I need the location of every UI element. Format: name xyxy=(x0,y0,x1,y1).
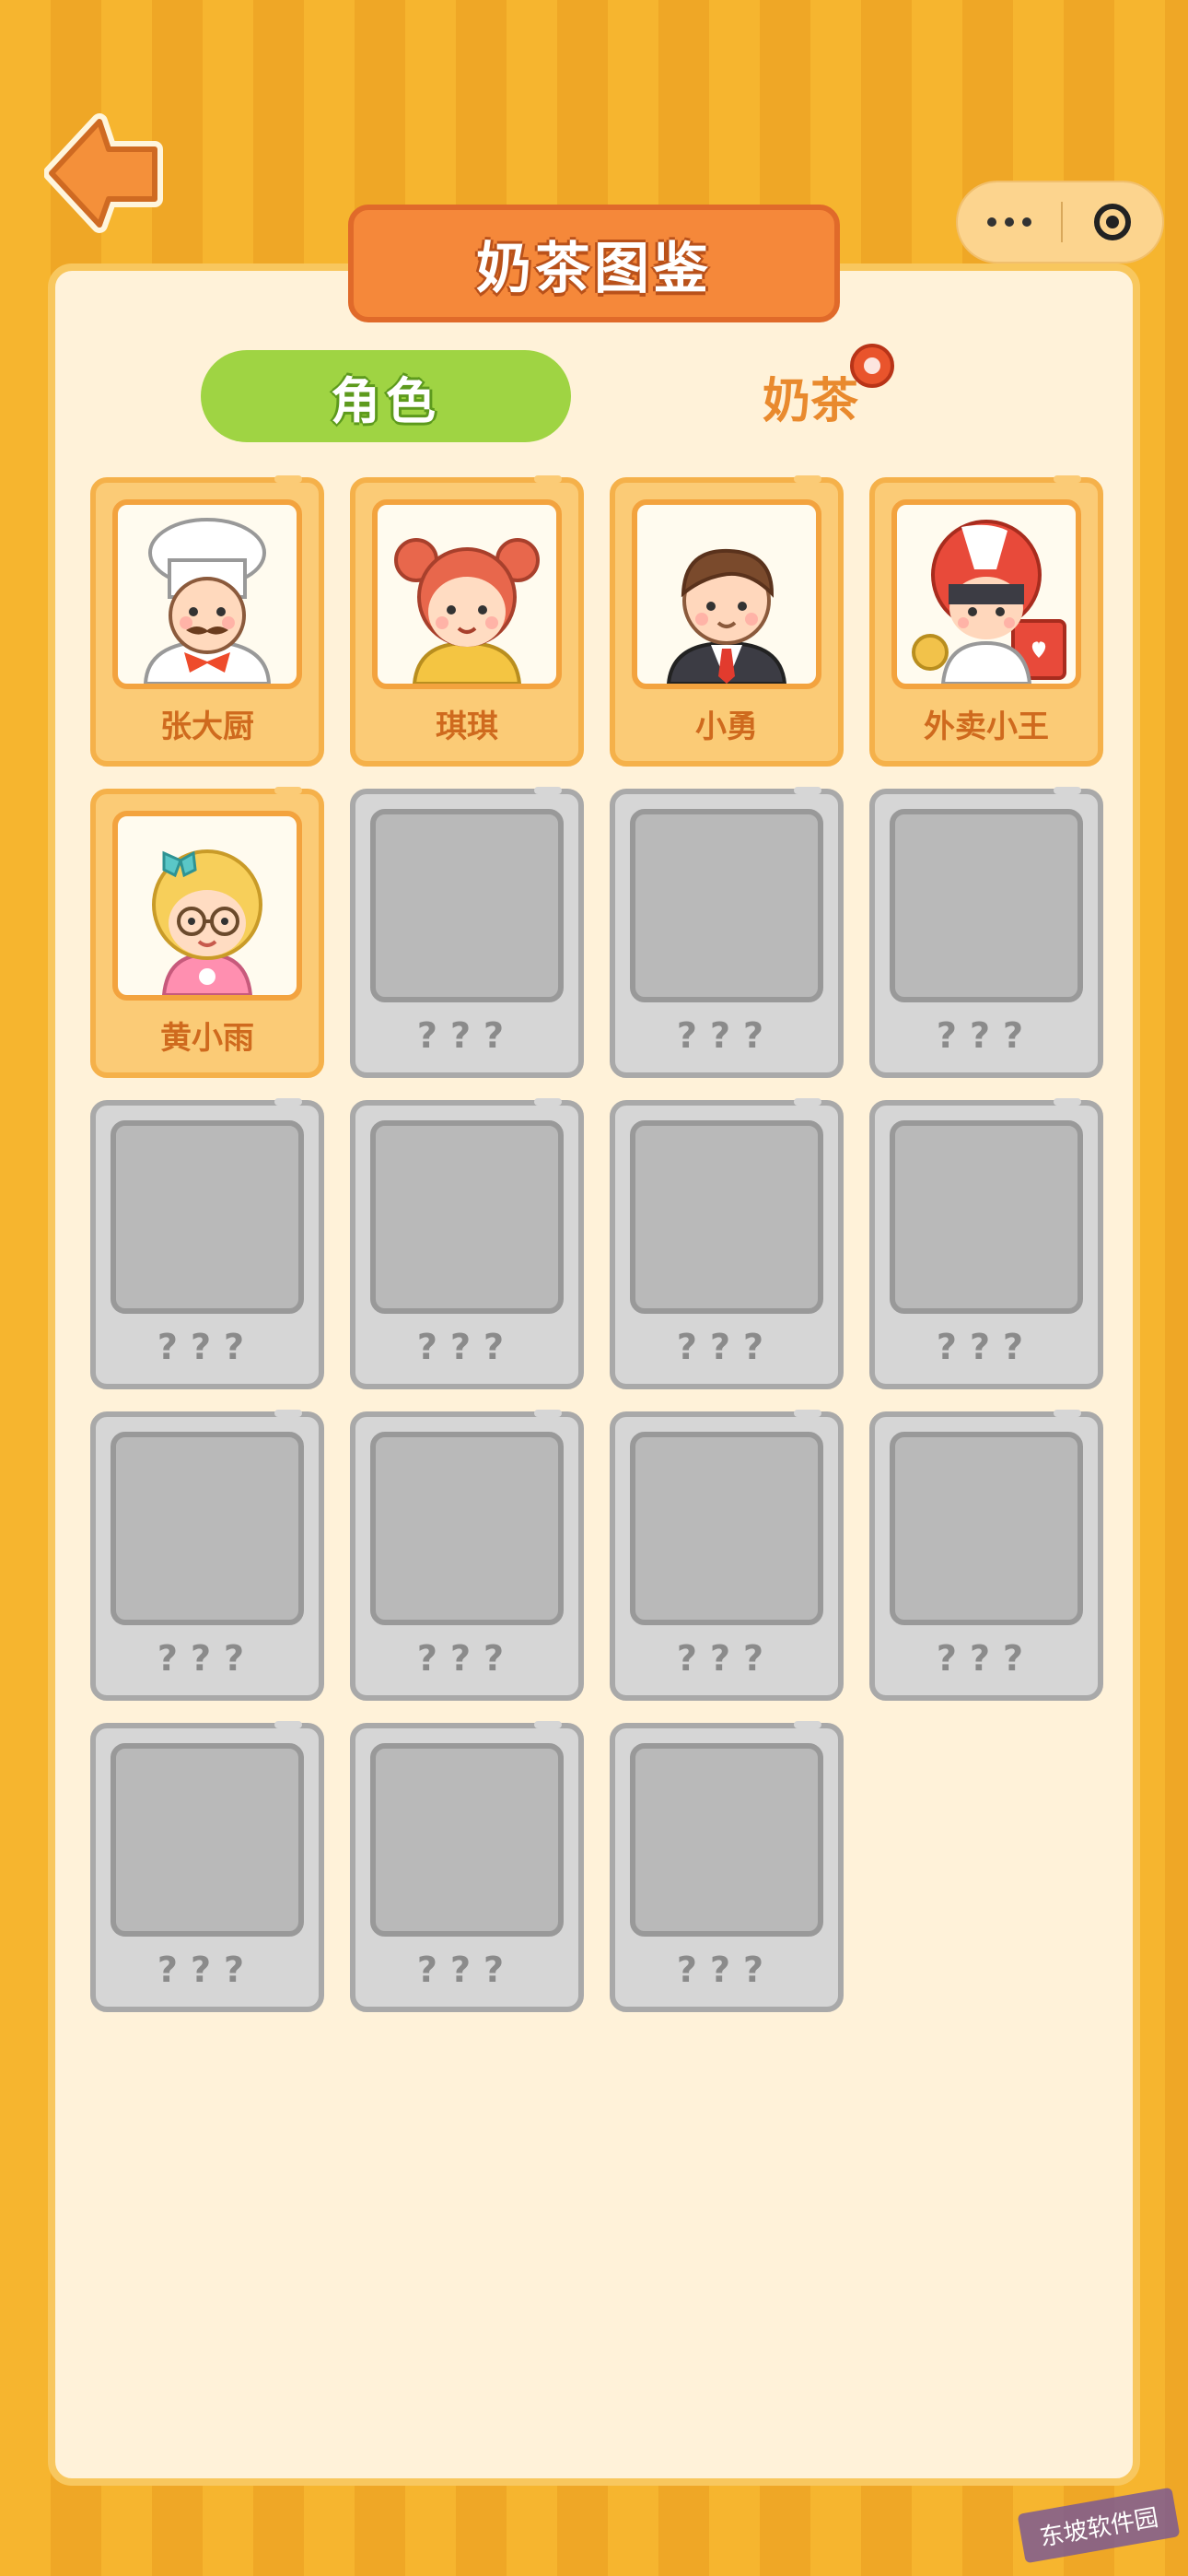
locked-name: ??? xyxy=(936,1638,1037,1679)
character-card[interactable]: 张大厨 xyxy=(90,475,324,767)
locked-slot xyxy=(630,1743,823,1937)
locked-slot xyxy=(370,1743,564,1937)
locked-slot xyxy=(890,1120,1083,1314)
locked-character-card[interactable]: ??? xyxy=(350,1410,584,1701)
locked-slot xyxy=(111,1743,304,1937)
locked-name: ??? xyxy=(676,1638,777,1679)
locked-name: ??? xyxy=(676,1015,777,1056)
tab-roles[interactable]: 角色 xyxy=(201,350,571,442)
character-card[interactable]: 琪琪 xyxy=(350,475,584,767)
locked-character-card[interactable]: ??? xyxy=(90,1410,324,1701)
locked-name: ??? xyxy=(416,1327,518,1367)
back-button[interactable] xyxy=(43,112,164,238)
locked-character-card[interactable]: ??? xyxy=(869,787,1103,1078)
locked-slot xyxy=(890,1432,1083,1625)
locked-slot xyxy=(370,809,564,1002)
chef-icon xyxy=(112,499,302,689)
character-name: 张大厨 xyxy=(160,708,254,745)
locked-name: ??? xyxy=(936,1015,1037,1056)
locked-slot xyxy=(890,809,1083,1002)
page-title: 奶茶图鉴 xyxy=(348,205,840,322)
locked-character-card[interactable]: ??? xyxy=(610,1410,844,1701)
locked-name: ??? xyxy=(936,1327,1037,1367)
locked-name: ??? xyxy=(416,1950,518,1990)
locked-character-card[interactable]: ??? xyxy=(90,1098,324,1389)
businessman-icon xyxy=(632,499,821,689)
blonde-girl-icon xyxy=(112,811,302,1001)
character-name: 黄小雨 xyxy=(160,1020,254,1057)
locked-character-card[interactable]: ??? xyxy=(610,1721,844,2012)
locked-name: ??? xyxy=(157,1638,258,1679)
locked-name: ??? xyxy=(676,1950,777,1990)
locked-name: ??? xyxy=(157,1327,258,1367)
character-name: 小勇 xyxy=(695,708,758,745)
locked-slot xyxy=(370,1120,564,1314)
character-name: 外卖小王 xyxy=(924,708,1049,745)
target-icon xyxy=(1094,204,1131,240)
locked-name: ??? xyxy=(416,1638,518,1679)
locked-character-card[interactable]: ??? xyxy=(610,1098,844,1389)
locked-slot xyxy=(111,1120,304,1314)
locked-character-card[interactable]: ??? xyxy=(350,787,584,1078)
locked-name: ??? xyxy=(416,1015,518,1056)
locked-slot xyxy=(630,1120,823,1314)
close-miniprogram-button[interactable] xyxy=(1063,182,1162,262)
character-card[interactable]: 黄小雨 xyxy=(90,787,324,1078)
red-dot-icon xyxy=(850,344,894,388)
locked-character-card[interactable]: ??? xyxy=(350,1098,584,1389)
locked-character-card[interactable]: ??? xyxy=(350,1721,584,2012)
back-arrow-icon xyxy=(43,113,163,233)
girl-icon xyxy=(372,499,562,689)
locked-name: ??? xyxy=(157,1950,258,1990)
locked-slot xyxy=(630,1432,823,1625)
locked-slot xyxy=(630,809,823,1002)
locked-character-card[interactable]: ??? xyxy=(869,1098,1103,1389)
more-dots-icon[interactable] xyxy=(958,182,1061,262)
miniprogram-capsule xyxy=(956,181,1164,263)
locked-slot xyxy=(370,1432,564,1625)
locked-character-card[interactable]: ??? xyxy=(869,1410,1103,1701)
character-name: 琪琪 xyxy=(436,708,498,745)
locked-character-card[interactable]: ??? xyxy=(610,787,844,1078)
delivery-rider-icon xyxy=(891,499,1081,689)
character-card[interactable]: 外卖小王 xyxy=(869,475,1103,767)
locked-name: ??? xyxy=(676,1327,777,1367)
character-card[interactable]: 小勇 xyxy=(610,475,844,767)
watermark-logo: 东坡软件园 xyxy=(1018,2488,1180,2563)
locked-slot xyxy=(111,1432,304,1625)
locked-character-card[interactable]: ??? xyxy=(90,1721,324,2012)
